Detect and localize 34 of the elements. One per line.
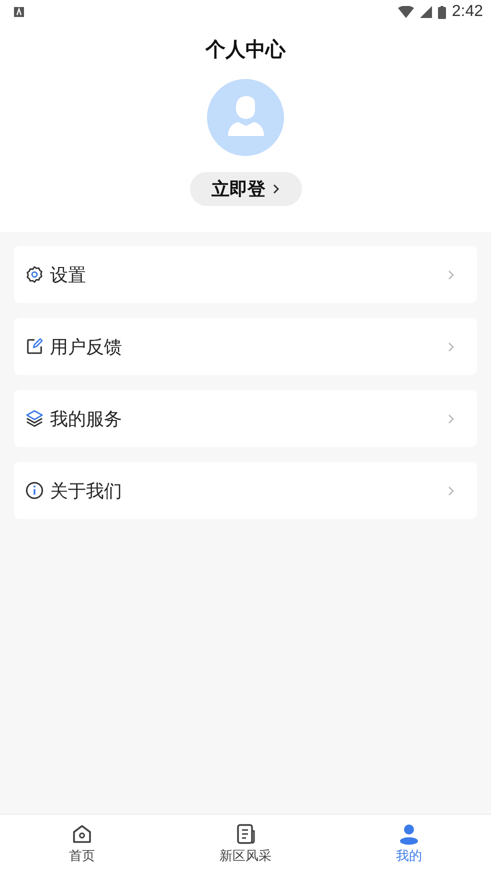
gear-icon — [25, 265, 44, 284]
chevron-icon — [447, 268, 455, 280]
menu-label: 我的服务 — [50, 408, 122, 430]
menu-item[interactable]: 设置 — [14, 246, 477, 303]
menu-item[interactable]: 我的服务 — [14, 390, 477, 447]
signal-icon — [420, 6, 432, 18]
page-title: 个人中心 — [206, 36, 286, 63]
tab-label: 新区风采 — [220, 848, 272, 865]
notification-icon — [14, 7, 24, 17]
menu-label: 用户反馈 — [50, 336, 122, 358]
tab[interactable]: 首页 — [0, 815, 164, 873]
menu-label: 关于我们 — [50, 480, 122, 502]
wifi-icon — [398, 6, 414, 18]
login-button[interactable]: 立即登 — [190, 172, 302, 206]
tab[interactable]: 新区风采 — [164, 815, 328, 873]
tab-label: 首页 — [68, 848, 95, 865]
chevron-icon — [447, 340, 455, 352]
layers-icon — [25, 409, 44, 428]
menu-item[interactable]: 用户反馈 — [14, 318, 477, 375]
info-icon — [25, 481, 44, 500]
person-icon — [398, 823, 420, 845]
menu-label: 设置 — [50, 264, 86, 286]
home-icon — [70, 823, 93, 845]
tab-label: 我的 — [396, 848, 422, 865]
tab[interactable]: 我的 — [327, 815, 491, 873]
edit-icon — [25, 337, 44, 356]
menu-item[interactable]: 关于我们 — [14, 462, 477, 519]
battery-icon — [438, 6, 446, 18]
avatar-icon — [207, 79, 284, 156]
chevron-icon — [272, 183, 280, 195]
status-time: 2:42 — [452, 3, 483, 21]
chevron-icon — [447, 484, 455, 496]
chevron-icon — [447, 412, 455, 424]
document-icon — [234, 823, 256, 845]
